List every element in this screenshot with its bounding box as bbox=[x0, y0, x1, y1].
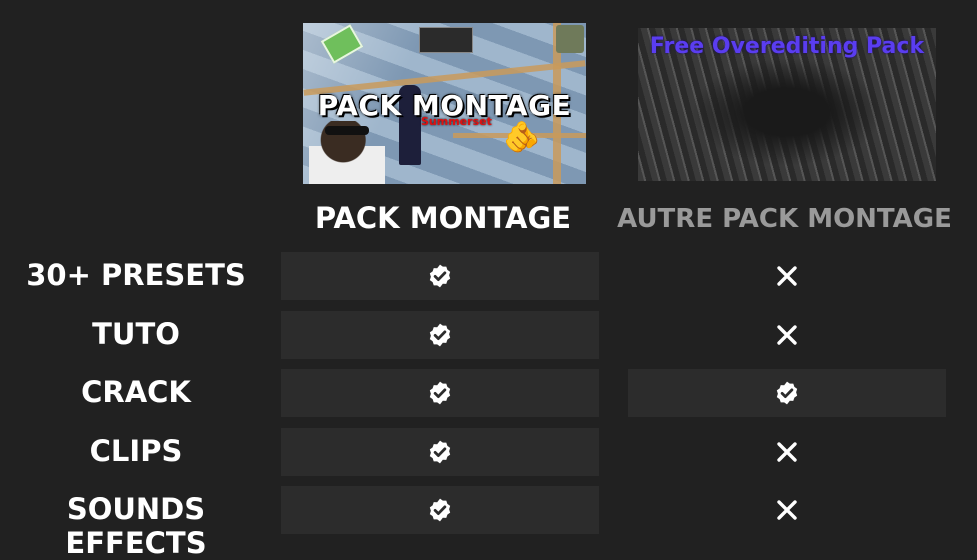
left-cell bbox=[281, 428, 599, 476]
left-cell bbox=[281, 486, 599, 534]
check-icon bbox=[427, 439, 453, 465]
check-icon bbox=[427, 497, 453, 523]
right-cell bbox=[628, 311, 946, 359]
feature-label: SOUNDS EFFECTS bbox=[65, 492, 207, 560]
cross-icon bbox=[775, 264, 799, 288]
cross-icon bbox=[775, 440, 799, 464]
right-thumbnail-title: Free Overediting Pack bbox=[649, 34, 925, 59]
feature-label: 30+ PRESETS bbox=[26, 258, 246, 292]
check-icon bbox=[427, 322, 453, 348]
check-icon bbox=[427, 263, 453, 289]
left-cell bbox=[281, 311, 599, 359]
feature-label: TUTO bbox=[92, 317, 180, 351]
left-thumbnail-subtitle: Summerset bbox=[421, 115, 492, 128]
column-header-pack-montage: PACK MONTAGE bbox=[314, 201, 572, 235]
feature-label: CRACK bbox=[81, 375, 191, 409]
left-cell bbox=[281, 252, 599, 300]
column-header-autre-pack: AUTRE PACK MONTAGE bbox=[617, 204, 952, 234]
right-cell bbox=[628, 428, 946, 476]
minimap-icon bbox=[556, 25, 584, 53]
right-cell bbox=[628, 369, 946, 417]
check-icon bbox=[774, 380, 800, 406]
money-icon bbox=[320, 24, 364, 64]
left-cell bbox=[281, 369, 599, 417]
right-cell bbox=[628, 252, 946, 300]
pack-montage-thumbnail: 🫵 PACK MONTAGE Summerset bbox=[303, 23, 586, 184]
webcam-overlay bbox=[419, 27, 473, 53]
feature-label: CLIPS bbox=[89, 434, 183, 468]
check-icon bbox=[427, 380, 453, 406]
cross-icon bbox=[775, 323, 799, 347]
overediting-pack-thumbnail: Free Overediting Pack bbox=[638, 28, 936, 181]
pointing-emoji-icon: 🫵 bbox=[503, 120, 541, 155]
sunglasses-icon bbox=[325, 126, 369, 135]
right-cell bbox=[628, 486, 946, 534]
cross-icon bbox=[775, 498, 799, 522]
